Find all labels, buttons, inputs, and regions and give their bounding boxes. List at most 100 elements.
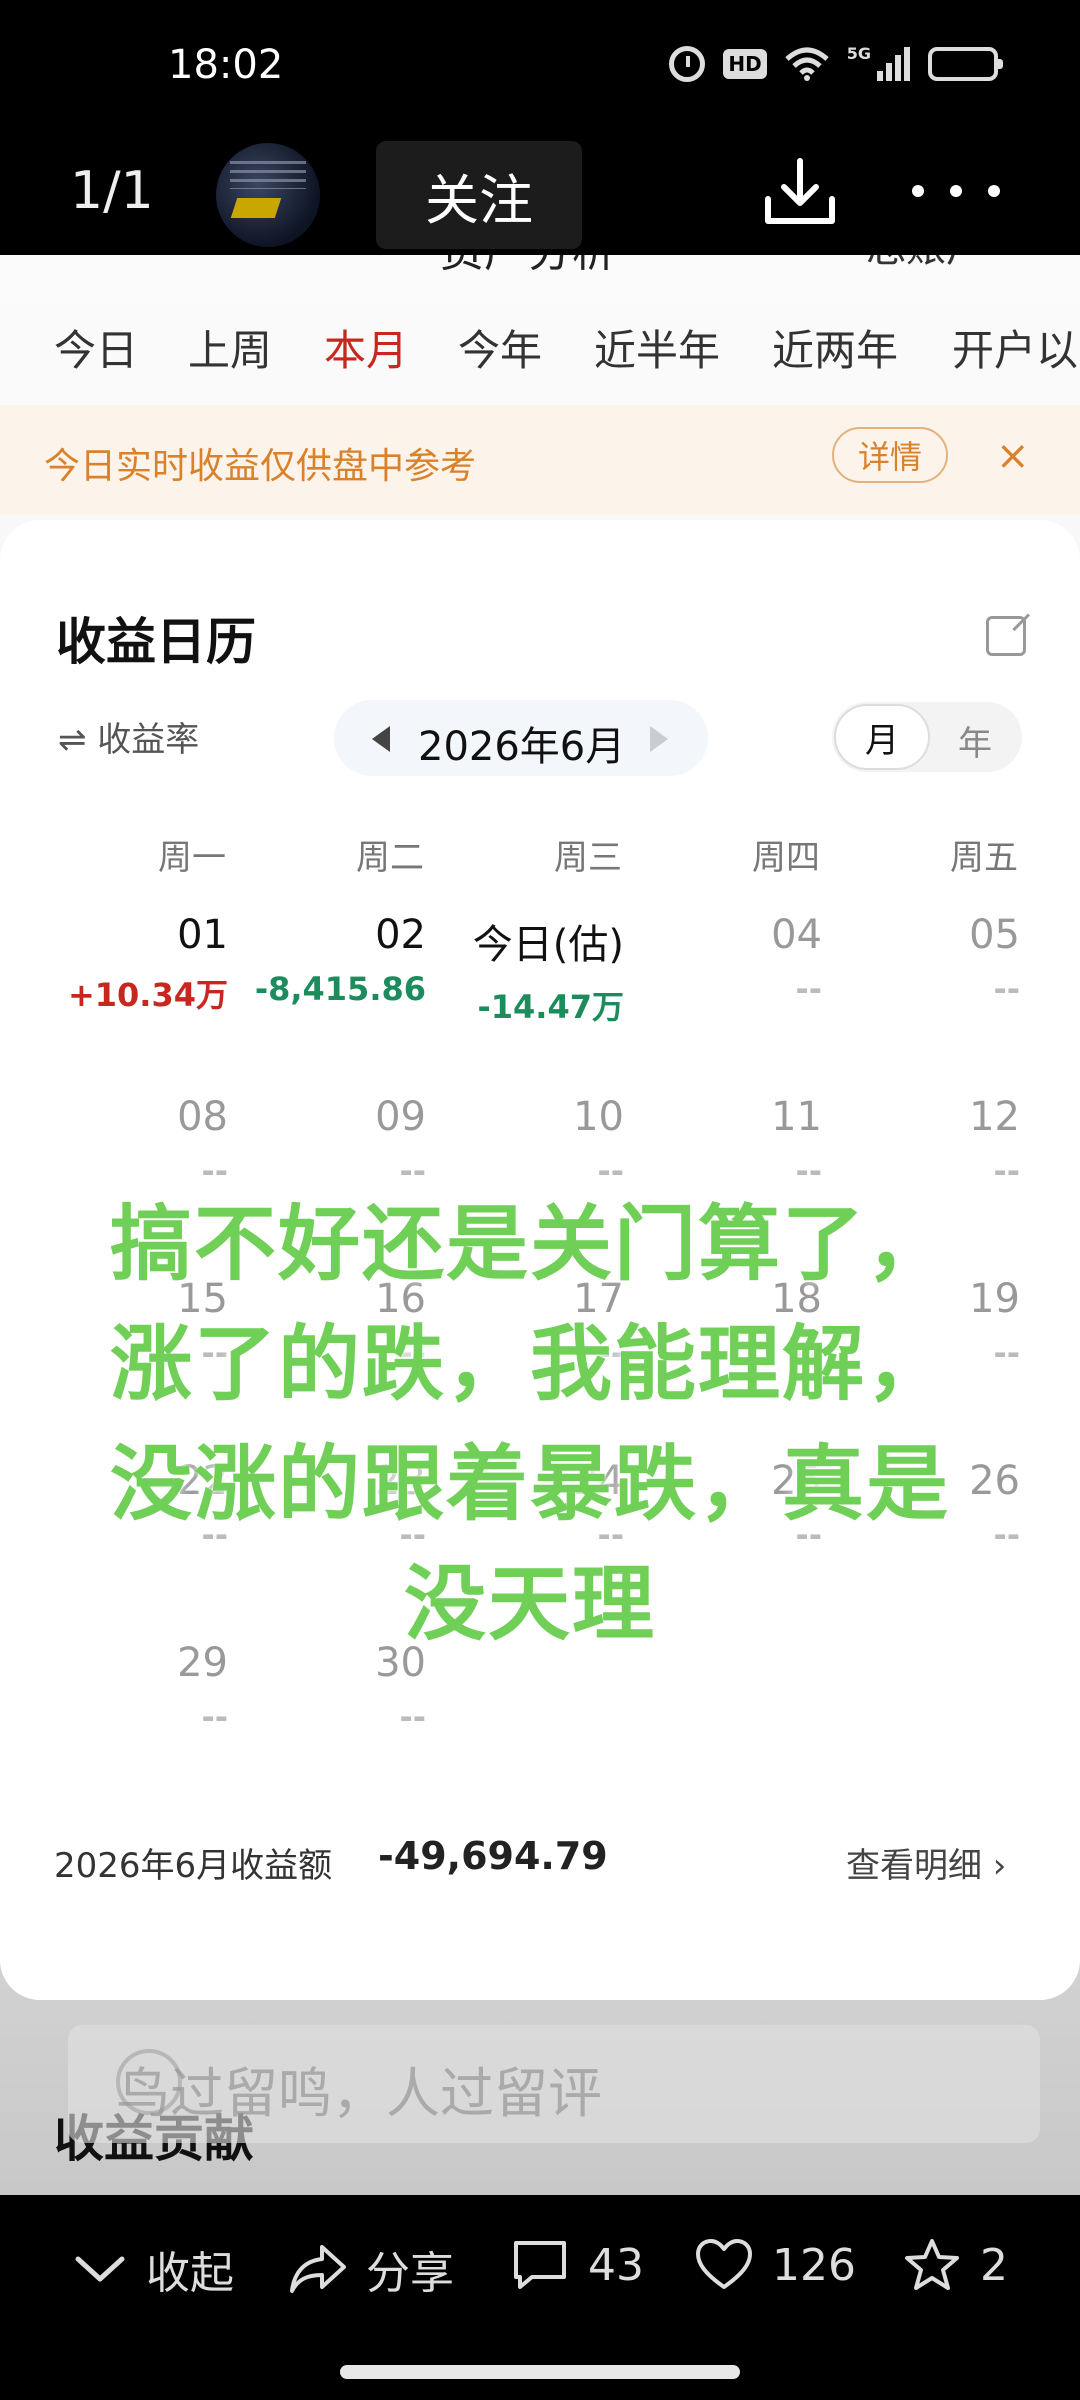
day-number: 11 xyxy=(771,1094,822,1140)
tab-since-open[interactable]: 开户以 xyxy=(952,317,1078,378)
day-profit: -- xyxy=(795,970,822,1008)
account-selector[interactable]: 总账户 xyxy=(866,255,986,273)
calendar-day[interactable]: 09 -- xyxy=(375,1094,426,1190)
share-button[interactable]: 分享 xyxy=(288,2237,454,2301)
next-month-icon[interactable] xyxy=(650,726,668,752)
prev-month-icon[interactable] xyxy=(372,726,390,752)
monthly-summary-label: 2026年6月收益额 xyxy=(54,1846,333,1886)
day-number: 04 xyxy=(771,912,822,958)
overlay-caption: 搞不好还是关门算了，涨了的跌，我能理解，没涨的跟着暴跌，真是没天理 xyxy=(109,1197,950,1652)
calendar-day[interactable]: 11 -- xyxy=(771,1094,822,1190)
bottom-action-bar: 收起 分享 43 126 2 xyxy=(0,2195,1080,2400)
collapse-button[interactable]: 收起 xyxy=(72,2237,234,2301)
day-profit: -- xyxy=(993,1334,1020,1372)
month-switcher: 2026年6月 xyxy=(334,700,708,776)
weekday-label: 周二 xyxy=(356,838,424,878)
calendar-day[interactable]: 01 +10.34万 xyxy=(68,912,228,1016)
calendar-day[interactable]: 05 -- xyxy=(969,912,1020,1008)
tab-this-month[interactable]: 本月 xyxy=(324,317,408,378)
monthly-summary-value: -49,694.79 xyxy=(378,1834,608,1878)
notice-detail-button[interactable]: 详情 xyxy=(832,427,948,483)
calendar-day[interactable]: 12 -- xyxy=(969,1094,1020,1190)
card-title: 收益日历 xyxy=(56,613,256,671)
view-details-link[interactable]: 查看明细 › xyxy=(846,1838,1006,1887)
day-profit: +10.34万 xyxy=(67,976,228,1014)
share-label: 分享 xyxy=(366,2248,454,2299)
hd-icon: HD xyxy=(723,49,767,79)
download-icon[interactable] xyxy=(760,153,840,233)
day-number: 08 xyxy=(177,1094,228,1140)
calendar-day[interactable]: 19 -- xyxy=(969,1276,1020,1372)
app-title: 资产分析 xyxy=(440,255,616,279)
like-button[interactable]: 126 xyxy=(694,2237,856,2293)
day-profit: -- xyxy=(993,1152,1020,1190)
day-number: 10 xyxy=(573,1094,624,1140)
network-type: 5G xyxy=(846,43,871,63)
day-profit: -- xyxy=(993,1516,1020,1554)
calendar-day[interactable]: 26 -- xyxy=(969,1458,1020,1554)
day-profit: -14.47万 xyxy=(477,988,624,1026)
weekday-label: 周四 xyxy=(752,838,820,878)
month-label: 2026年6月 xyxy=(418,724,626,770)
status-time: 18:02 xyxy=(168,42,284,88)
notice-text: 今日实时收益仅供盘中参考 xyxy=(44,446,477,487)
home-indicator[interactable] xyxy=(340,2365,740,2379)
calendar-day[interactable]: 04 -- xyxy=(771,912,822,1008)
share-out-icon[interactable] xyxy=(986,616,1026,656)
more-icon[interactable] xyxy=(912,185,1000,197)
follow-button[interactable]: 关注 xyxy=(376,141,582,249)
favorite-button[interactable]: 2 xyxy=(902,2237,1008,2293)
close-icon[interactable]: × xyxy=(996,433,1030,479)
calendar-day-today[interactable]: 今日(估) -14.47万 xyxy=(473,912,624,1028)
tab-today[interactable]: 今日 xyxy=(54,317,138,378)
calendar-day[interactable]: 10 -- xyxy=(573,1094,624,1190)
rate-toggle[interactable]: ⇌ 收益率 xyxy=(58,712,199,761)
alarm-icon xyxy=(669,46,706,82)
day-number: 19 xyxy=(969,1276,1020,1322)
day-profit: -- xyxy=(399,1698,426,1736)
likes-count: 126 xyxy=(772,2239,856,2291)
view-toggle: 月 年 xyxy=(832,702,1022,772)
day-number: 09 xyxy=(375,1094,426,1140)
wifi-icon xyxy=(785,47,829,81)
signal-icon xyxy=(877,47,910,81)
day-number: 02 xyxy=(375,912,426,958)
star-icon xyxy=(905,2239,959,2290)
calendar-day[interactable]: 08 -- xyxy=(177,1094,228,1190)
notice-bar: 今日实时收益仅供盘中参考 详情 × xyxy=(0,405,1080,515)
view-year-option[interactable]: 年 xyxy=(958,716,992,765)
comment-placeholder: 鸟过留鸣，人过留评 xyxy=(116,2062,602,2125)
tab-last-week[interactable]: 上周 xyxy=(188,317,272,378)
collapse-label: 收起 xyxy=(146,2248,234,2299)
comments-button[interactable]: 43 xyxy=(510,2237,644,2293)
status-icons: HD 5G xyxy=(669,43,1003,82)
heart-icon xyxy=(696,2239,752,2289)
avatar[interactable] xyxy=(216,143,320,247)
day-profit: -- xyxy=(201,1698,228,1736)
app-screenshot: 资产分析 总账户 今日 上周 本月 今年 近半年 近两年 开户以 今日实时收益仅… xyxy=(0,255,1080,2195)
weekday-label: 周三 xyxy=(554,838,622,878)
battery-icon xyxy=(928,47,1003,81)
comment-input[interactable]: 鸟过留鸣，人过留评 xyxy=(68,2025,1040,2143)
day-profit: -8,415.86 xyxy=(254,970,426,1008)
day-profit: -- xyxy=(993,970,1020,1008)
app-header: 资产分析 总账户 xyxy=(0,255,1080,277)
period-tabs: 今日 上周 本月 今年 近半年 近两年 开户以 xyxy=(0,317,1080,389)
comment-icon xyxy=(514,2241,566,2289)
viewer-top-bar: 1/1 关注 xyxy=(0,135,1080,255)
weekday-label: 周五 xyxy=(950,838,1018,878)
comments-count: 43 xyxy=(588,2239,644,2291)
status-bar: 18:02 HD 5G xyxy=(0,0,1080,135)
calendar-day[interactable]: 02 -8,415.86 xyxy=(255,912,426,1008)
day-number: 01 xyxy=(177,912,228,958)
tab-two-years[interactable]: 近两年 xyxy=(772,317,898,378)
emoji-icon[interactable] xyxy=(116,2049,182,2115)
tab-this-year[interactable]: 今年 xyxy=(458,317,542,378)
view-month-option[interactable]: 月 xyxy=(834,704,930,770)
weekday-label: 周一 xyxy=(158,838,226,878)
tab-half-year[interactable]: 近半年 xyxy=(594,317,720,378)
favorites-count: 2 xyxy=(980,2239,1008,2291)
day-number: 今日(估) xyxy=(472,922,624,968)
day-number: 12 xyxy=(969,1094,1020,1140)
day-number: 05 xyxy=(969,912,1020,958)
